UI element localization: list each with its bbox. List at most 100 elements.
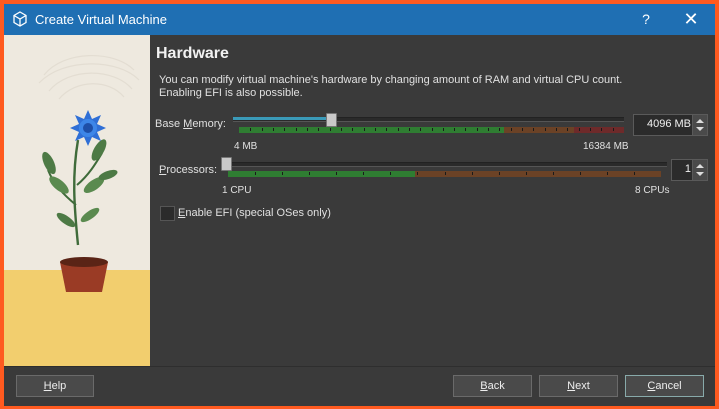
create-vm-dialog: Create Virtual Machine ? ✕ Hardware You … (4, 4, 715, 406)
processors-slider-handle[interactable] (221, 157, 232, 171)
processors-zone-warning (415, 171, 661, 177)
scale-tick (390, 172, 392, 175)
help-icon[interactable]: ? (634, 7, 658, 31)
cancel-button[interactable]: Cancel (625, 375, 704, 397)
scale-tick (454, 128, 456, 131)
scale-tick (510, 128, 512, 131)
scale-tick (309, 172, 311, 175)
wizard-illustration (4, 35, 150, 366)
window-title: Create Virtual Machine (35, 12, 167, 27)
scale-tick (465, 128, 467, 131)
scale-tick (499, 128, 501, 131)
scale-tick (544, 128, 546, 131)
description-line-2: Enabling EFI is also possible. (159, 87, 303, 99)
base-memory-spinbox[interactable]: 4096 MB (633, 114, 708, 136)
scale-tick (250, 128, 252, 131)
scale-tick (397, 128, 399, 131)
processors-value[interactable]: 1 (685, 163, 691, 175)
base-memory-value[interactable]: 4096 MB (647, 118, 691, 130)
scale-tick (567, 128, 569, 131)
memory-zone-safe (239, 127, 504, 133)
memory-min-label: 4 MB (234, 141, 258, 152)
increment-icon[interactable] (696, 164, 704, 168)
scale-tick (420, 128, 422, 131)
processors-label: Processors: (159, 164, 217, 176)
scale-tick (522, 128, 524, 131)
cancel-button-rest: ancel (655, 380, 682, 392)
memory-max-label: 16384 MB (583, 141, 629, 152)
processors-spinbox[interactable]: 1 (671, 159, 708, 181)
scale-tick (606, 172, 608, 175)
scale-tick (272, 128, 274, 131)
scale-tick (488, 128, 490, 131)
scale-tick (431, 128, 433, 131)
base-memory-slider-fill (233, 117, 331, 120)
scale-tick (352, 128, 354, 131)
scale-tick (363, 128, 365, 131)
scale-tick (498, 172, 500, 175)
hardware-page: Hardware You can modify virtual machine'… (150, 35, 715, 366)
scale-tick (552, 172, 554, 175)
scale-tick (442, 128, 444, 131)
help-button-accel: H (43, 380, 52, 392)
base-memory-label-accel: M (183, 118, 193, 130)
enable-efi-label-rest: nable EFI (special OSes only) (185, 207, 331, 219)
scale-tick (633, 172, 635, 175)
decrement-icon[interactable] (696, 172, 704, 176)
base-memory-label-post: emory: (192, 118, 226, 130)
back-button-accel: B (480, 380, 488, 392)
close-icon[interactable]: ✕ (676, 7, 706, 31)
scale-tick (525, 172, 527, 175)
back-button[interactable]: Back (453, 375, 532, 397)
enable-efi-label[interactable]: Enable EFI (special OSes only) (178, 207, 331, 219)
enable-efi-checkbox[interactable] (160, 206, 175, 221)
processors-slider-track[interactable] (223, 162, 667, 167)
help-button-rest: elp (51, 380, 67, 392)
description-line-1: You can modify virtual machine's hardwar… (159, 74, 623, 86)
base-memory-label: Base Memory: (155, 118, 226, 130)
dialog-footer: Help Back Next Cancel (4, 366, 715, 406)
scale-tick (612, 128, 614, 131)
next-button[interactable]: Next (539, 375, 618, 397)
scale-tick (556, 128, 558, 131)
page-description: You can modify virtual machine's hardwar… (159, 74, 679, 100)
base-memory-label-pre: Base (155, 118, 184, 130)
scale-tick (255, 172, 257, 175)
virtualbox-icon (13, 11, 27, 27)
processors-min-label: 1 CPU (222, 185, 252, 196)
scale-tick (336, 172, 338, 175)
scale-tick (295, 128, 297, 131)
scale-tick (408, 128, 410, 131)
scale-tick (329, 128, 331, 131)
scale-tick (282, 172, 284, 175)
scale-tick (363, 172, 365, 175)
scale-tick (284, 128, 286, 131)
next-button-accel: N (567, 380, 576, 392)
memory-zone-warning (504, 127, 574, 133)
scale-tick (340, 128, 342, 131)
next-button-rest: ext (575, 380, 590, 392)
decrement-icon[interactable] (696, 127, 704, 131)
scale-tick (590, 128, 592, 131)
processors-max-label: 8 CPUs (635, 185, 670, 196)
scale-tick (374, 128, 376, 131)
base-memory-stepper[interactable] (692, 115, 707, 135)
scale-tick (306, 128, 308, 131)
back-button-rest: ack (487, 380, 505, 392)
processors-label-post: rocessors: (166, 164, 218, 176)
page-title: Hardware (156, 45, 229, 62)
title-bar[interactable]: Create Virtual Machine ? ✕ (4, 4, 715, 35)
scale-tick (533, 128, 535, 131)
scale-tick (601, 128, 603, 131)
help-button[interactable]: Help (16, 375, 94, 397)
processors-stepper[interactable] (692, 160, 707, 180)
scale-tick (579, 172, 581, 175)
memory-zone-danger (574, 127, 624, 133)
increment-icon[interactable] (696, 119, 704, 123)
scale-tick (386, 128, 388, 131)
base-memory-slider-handle[interactable] (325, 113, 337, 127)
scale-tick (261, 128, 263, 131)
scale-tick (471, 172, 473, 175)
scale-tick (578, 128, 580, 131)
scale-tick (417, 172, 419, 175)
